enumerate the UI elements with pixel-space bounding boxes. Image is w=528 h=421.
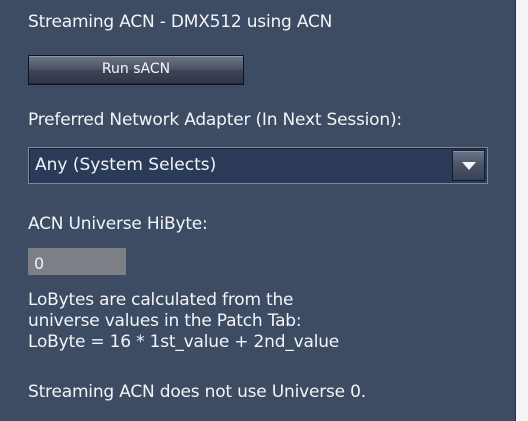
universe-zero-note: Streaming ACN does not use Universe 0.: [28, 382, 366, 402]
network-adapter-label: Preferred Network Adapter (In Next Sessi…: [28, 110, 402, 130]
lobyte-info-line: universe values in the Patch Tab:: [28, 311, 302, 331]
lobyte-formula-line: LoByte = 16 * 1st_value + 2nd_value: [28, 332, 340, 352]
chevron-down-icon: [462, 162, 476, 170]
sacn-settings-panel: Streaming ACN - DMX512 using ACN Run sAC…: [0, 0, 516, 421]
window-edge: [516, 0, 528, 421]
network-adapter-select[interactable]: Any (System Selects): [28, 147, 488, 184]
network-adapter-selected-value: Any (System Selects): [35, 155, 217, 175]
dropdown-button[interactable]: [452, 150, 485, 181]
run-sacn-button[interactable]: Run sACN: [28, 55, 244, 85]
lobyte-info-line: LoBytes are calculated from the: [28, 290, 294, 310]
section-heading: Streaming ACN - DMX512 using ACN: [28, 12, 333, 32]
universe-hibyte-label: ACN Universe HiByte:: [28, 214, 208, 234]
universe-hibyte-input[interactable]: [28, 248, 126, 275]
